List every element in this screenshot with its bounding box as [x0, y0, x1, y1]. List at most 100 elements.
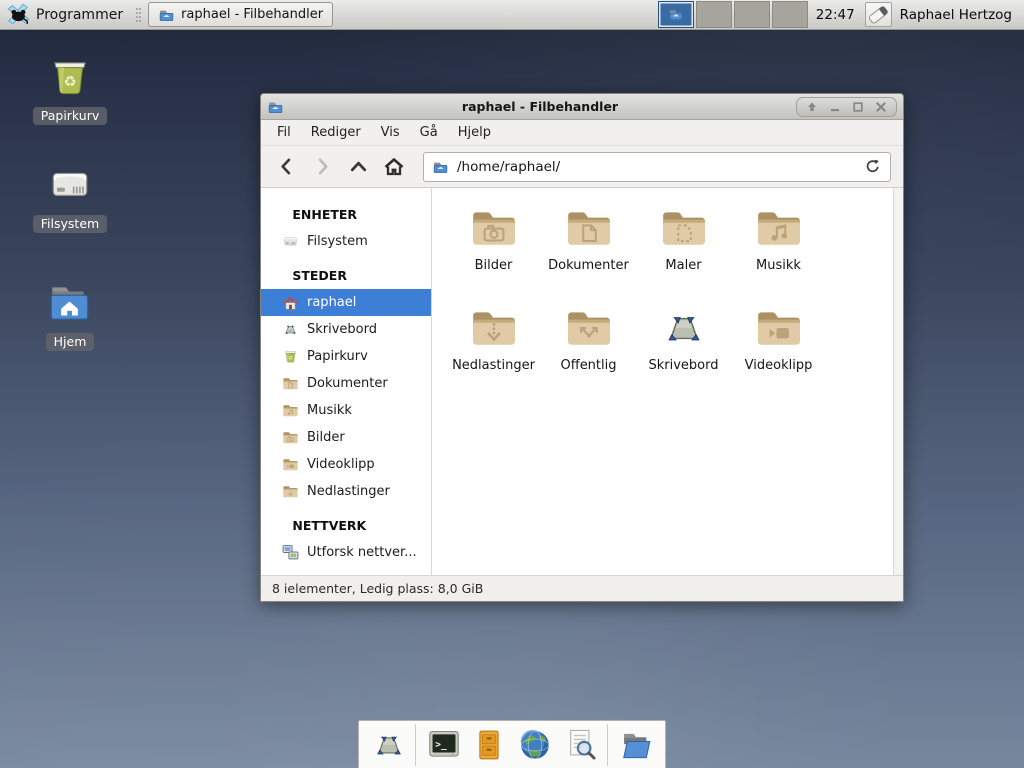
sidebar-row-videoklipp[interactable]: Videoklipp — [261, 451, 431, 478]
statusbar: 8 ielementer, Ledig plass: 8,0 GiB — [261, 575, 903, 601]
menu-item[interactable]: Gå — [410, 122, 448, 143]
window-folder-icon — [267, 99, 284, 115]
reload-button[interactable] — [862, 157, 882, 177]
sidebar-label: Bilder — [307, 430, 345, 445]
sidebar-row-filsystem[interactable]: Filsystem — [261, 228, 431, 255]
globe-icon — [516, 726, 554, 764]
dock-launcher-file-manager[interactable] — [607, 724, 658, 766]
folder-documents-icon — [564, 203, 614, 253]
dock-launcher-show-desktop[interactable] — [366, 724, 412, 766]
dock-launcher-terminal[interactable]: >_ — [415, 724, 466, 766]
dock-launcher-web-browser[interactable] — [512, 724, 558, 766]
workspace-3[interactable] — [734, 1, 770, 28]
folder-pictures-icon — [469, 203, 519, 253]
folder-pictures-icon — [282, 429, 299, 446]
folder-videos-icon — [282, 456, 299, 473]
file-item-skrivebord[interactable]: Skrivebord — [638, 303, 730, 403]
applications-menu[interactable]: Programmer — [36, 7, 123, 23]
location-bar[interactable]: /home/raphael/ — [423, 152, 891, 182]
dock: >_ — [358, 720, 666, 768]
menu-item[interactable]: Fil — [267, 122, 301, 143]
sidebar-label: ENHETER — [292, 207, 357, 222]
folder-music-icon — [282, 402, 299, 419]
workspace-2[interactable] — [696, 1, 732, 28]
sidebar-row-papirkurv[interactable]: ♻ Papirkurv — [261, 343, 431, 370]
file-item-videoklipp[interactable]: Videoklipp — [733, 303, 825, 403]
folder-window-icon — [158, 7, 175, 23]
sidebar-row-dokumenter[interactable]: Dokumenter — [261, 370, 431, 397]
home-button[interactable] — [381, 154, 407, 180]
folder-videos-icon — [754, 303, 804, 353]
trash-icon: ♻ — [45, 52, 95, 102]
sidebar-row-bilder[interactable]: Bilder — [261, 424, 431, 451]
sidebar-label: Skrivebord — [307, 322, 377, 337]
sidebar-row: NETTVERK — [261, 505, 431, 539]
user-name[interactable]: Raphael Hertzog — [900, 7, 1012, 23]
trash-icon: ♻ — [282, 348, 299, 365]
dock-launcher-search-files[interactable] — [558, 724, 604, 766]
workspace-1[interactable] — [658, 1, 694, 28]
menu-item[interactable]: Rediger — [301, 122, 371, 143]
file-item-offentlig[interactable]: Offentlig — [543, 303, 635, 403]
xfce-menu-icon[interactable] — [6, 3, 30, 27]
back-button[interactable] — [273, 154, 299, 180]
desktop: ♻ Papirkurv Filsystem Hjem Programmer ra… — [0, 0, 1024, 768]
desktop-icon[interactable]: Filsystem — [22, 160, 118, 233]
desktop-icon — [370, 726, 408, 764]
menu-item[interactable]: Hjelp — [448, 122, 501, 143]
file-item-dokumenter[interactable]: Dokumenter — [543, 203, 635, 303]
file-item-nedlastinger[interactable]: Nedlastinger — [448, 303, 540, 403]
up-button[interactable] — [345, 154, 371, 180]
desktop-icon-label: Hjem — [46, 333, 95, 351]
menubar: Fil Rediger Vis Gå Hjelp — [261, 120, 903, 146]
shade-button[interactable] — [806, 101, 818, 113]
svg-text:♻: ♻ — [63, 73, 76, 90]
terminal-icon: >_ — [425, 726, 463, 764]
session-button[interactable] — [865, 2, 892, 27]
panel-grip-handle[interactable] — [135, 6, 142, 24]
sidebar-row: STEDER — [261, 255, 431, 289]
sidebar-label: Papirkurv — [307, 349, 368, 364]
file-label: Musikk — [756, 258, 801, 273]
sidebar-label: NETTVERK — [292, 518, 366, 533]
file-item-bilder[interactable]: Bilder — [448, 203, 540, 303]
file-grid: Bilder Dokumenter Maler Musikk Nedlastin… — [432, 188, 893, 575]
drive-icon — [45, 160, 95, 210]
sidebar-row-utforsk-nettverk[interactable]: Utforsk nettver... — [261, 539, 431, 566]
folder-downloads-icon — [282, 483, 299, 500]
sidebar-row-raphael[interactable]: raphael — [261, 289, 431, 316]
desktop-icon[interactable]: Hjem — [22, 278, 118, 351]
taskbar-window-button[interactable]: raphael - Filbehandler — [148, 2, 333, 27]
sidebar-row-skrivebord[interactable]: Skrivebord — [261, 316, 431, 343]
active-window-preview-icon — [668, 7, 684, 22]
status-text: 8 ielementer, Ledig plass: 8,0 GiB — [272, 581, 483, 596]
titlebar[interactable]: raphael - Filbehandler — [261, 94, 903, 120]
sidebar-row-nedlastinger[interactable]: Nedlastinger — [261, 478, 431, 505]
folder-open-icon — [617, 726, 655, 764]
scrollbar[interactable] — [893, 188, 903, 575]
forward-button[interactable] — [309, 154, 335, 180]
menu-item[interactable]: Vis — [371, 122, 410, 143]
sidebar-row: ENHETER — [261, 194, 431, 228]
maximize-button[interactable] — [852, 101, 864, 113]
folder-documents-icon — [282, 375, 299, 392]
folder-music-icon — [754, 203, 804, 253]
minimize-button[interactable] — [829, 101, 841, 113]
dock-launcher-file-cabinet[interactable] — [466, 724, 512, 766]
desktop-icon-label: Papirkurv — [33, 107, 108, 125]
toolbar: /home/raphael/ — [261, 146, 903, 188]
location-path[interactable]: /home/raphael/ — [457, 159, 854, 175]
panel-clock[interactable]: 22:47 — [816, 7, 855, 23]
sidebar-label: STEDER — [292, 268, 347, 283]
desktop-icon[interactable]: ♻ Papirkurv — [22, 52, 118, 125]
file-item-musikk[interactable]: Musikk — [733, 203, 825, 303]
taskbar-window-label: raphael - Filbehandler — [181, 7, 323, 22]
file-label: Skrivebord — [648, 358, 718, 373]
cabinet-icon — [470, 726, 508, 764]
close-button[interactable] — [875, 101, 887, 113]
workspace-4[interactable] — [772, 1, 808, 28]
file-item-maler[interactable]: Maler — [638, 203, 730, 303]
folder-publicshare-icon — [564, 303, 614, 353]
sidebar-row-musikk[interactable]: Musikk — [261, 397, 431, 424]
window-controls — [796, 97, 897, 117]
